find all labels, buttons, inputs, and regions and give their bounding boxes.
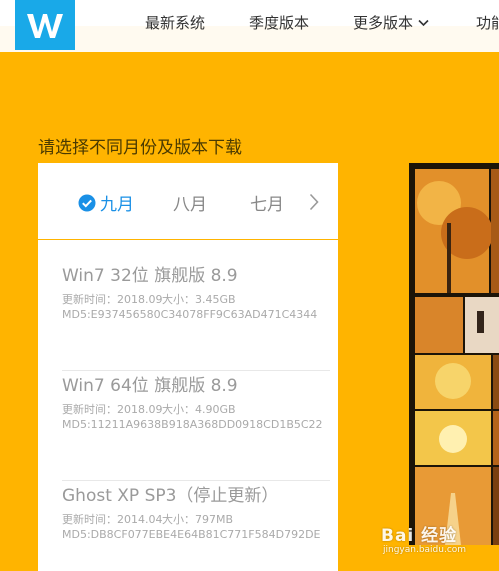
tab-august-label: 八月 xyxy=(173,195,207,215)
version-meta: 更新时间：2014.04 大小：797MB xyxy=(62,511,233,527)
download-card: 九月 八月 七月 Win7 32位 旗舰版 8.9 更新时间：2018.09 大… xyxy=(38,163,338,571)
tab-july[interactable]: 七月 xyxy=(250,190,284,215)
nav-item-quarterly[interactable]: 季度版本 xyxy=(249,12,309,33)
tab-september-label: 九月 xyxy=(100,195,134,215)
file-size: 大小：797MB xyxy=(162,513,234,526)
tab-july-label: 七月 xyxy=(250,195,284,215)
version-name[interactable]: Win7 64位 旗舰版 8.9 xyxy=(62,371,238,396)
top-nav-bar: 最新系统 季度版本 更多版本 功能 xyxy=(0,0,499,52)
nav-item-more-label: 更多版本 xyxy=(353,14,414,32)
chevron-down-icon xyxy=(418,19,429,26)
update-time: 更新时间：2018.09 xyxy=(62,293,163,306)
month-tabs: 九月 八月 七月 xyxy=(38,163,338,240)
nav-item-more-versions[interactable]: 更多版本 xyxy=(353,12,429,33)
file-size: 大小：3.45GB xyxy=(162,293,236,306)
version-item: Win7 32位 旗舰版 8.9 更新时间：2018.09 大小：3.45GB … xyxy=(62,261,330,371)
thumb-path xyxy=(415,297,463,353)
check-circle-icon xyxy=(78,194,96,211)
version-item: Win7 64位 旗舰版 8.9 更新时间：2018.09 大小：4.90GB … xyxy=(62,371,330,481)
update-time: 更新时间：2018.09 xyxy=(62,403,163,416)
tab-september[interactable]: 九月 xyxy=(78,190,134,215)
next-month-button[interactable] xyxy=(304,189,324,215)
md5-hash: MD5:11211A9638B918A368DD0918CD1B5C22 xyxy=(62,418,323,431)
chevron-right-icon xyxy=(309,193,319,211)
file-size: 大小：4.90GB xyxy=(162,403,236,416)
tab-august[interactable]: 八月 xyxy=(173,190,207,215)
wallpaper-preview xyxy=(409,163,499,545)
version-meta: 更新时间：2018.09 大小：4.90GB xyxy=(62,401,236,417)
md5-hash: MD5:DB8CF077EBE4E64B81C771F584D792DE xyxy=(62,528,321,541)
version-item: Ghost XP SP3（停止更新） 更新时间：2014.04 大小：797MB… xyxy=(62,481,330,571)
section-title: 请选择不同月份及版本下载 xyxy=(38,138,242,158)
watermark-url: jingyan.baidu.com xyxy=(383,545,467,555)
md5-hash: MD5:E937456580C34078FF9C63AD471C4344 xyxy=(62,308,318,321)
version-name[interactable]: Win7 32位 旗舰版 8.9 xyxy=(62,261,238,286)
version-name[interactable]: Ghost XP SP3（停止更新） xyxy=(62,481,278,506)
w-logo-icon[interactable] xyxy=(15,0,75,50)
nav-item-features[interactable]: 功能 xyxy=(476,12,499,33)
nav-item-latest[interactable]: 最新系统 xyxy=(145,12,205,33)
version-meta: 更新时间：2018.09 大小：3.45GB xyxy=(62,291,236,307)
update-time: 更新时间：2014.04 xyxy=(62,513,163,526)
wallpaper-collage xyxy=(409,163,499,545)
